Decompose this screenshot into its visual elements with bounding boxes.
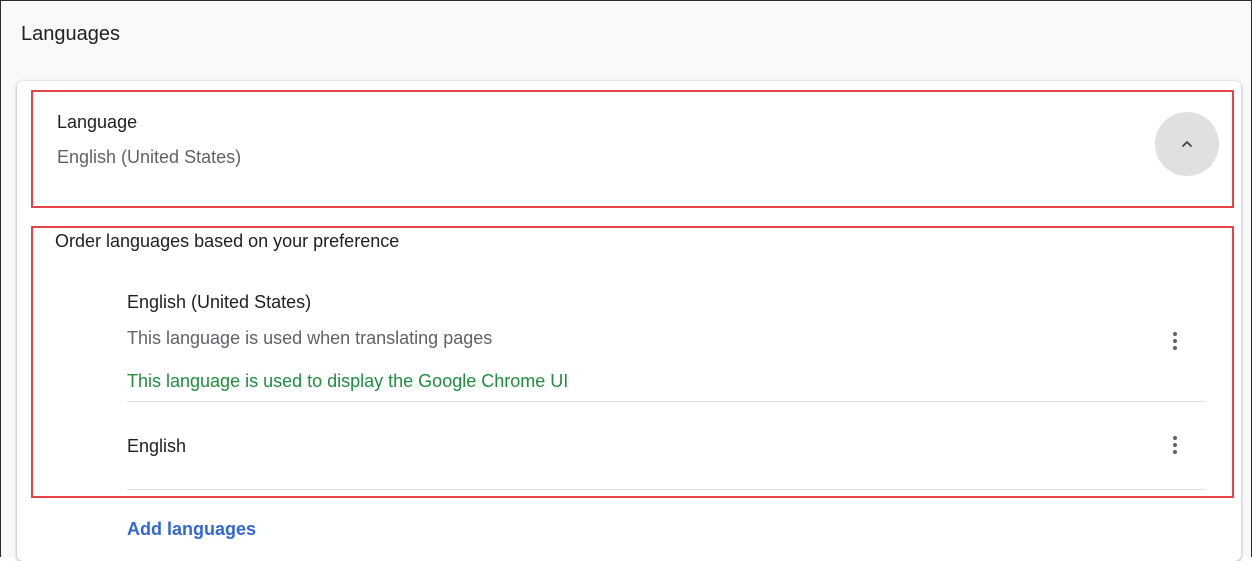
row-divider xyxy=(127,489,1205,490)
current-language: English (United States) xyxy=(57,147,242,167)
row-divider xyxy=(127,401,1205,402)
highlight-box-order xyxy=(31,226,1234,498)
translate-note: This language is used when translating p… xyxy=(127,328,493,348)
more-vert-icon[interactable] xyxy=(1163,433,1187,457)
add-languages-link[interactable]: Add languages xyxy=(127,519,256,540)
order-heading: Order languages based on your preference xyxy=(55,231,400,251)
section-title: Languages xyxy=(21,23,120,45)
language-name: English xyxy=(127,436,187,456)
language-name: English (United States) xyxy=(127,292,312,312)
languages-panel: Languages Language English (United State… xyxy=(0,0,1252,561)
languages-card: Language English (United States) Order l… xyxy=(17,81,1241,561)
more-vert-icon[interactable] xyxy=(1163,329,1187,353)
ui-language-note: This language is used to display the Goo… xyxy=(127,371,569,391)
language-label: Language xyxy=(57,112,138,132)
chevron-up-icon xyxy=(1182,141,1192,147)
collapse-button[interactable] xyxy=(1155,112,1219,176)
